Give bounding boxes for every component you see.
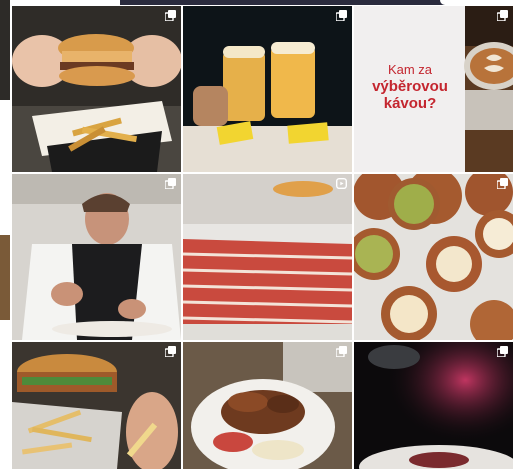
post-tile-pork-platter[interactable] [183,342,352,469]
multiple-photos-icon [165,178,176,189]
post-tile-beef-carpaccio[interactable] [183,174,352,340]
beef-carpaccio-photo [183,174,352,340]
chicken-burger-photo [12,342,181,469]
post-tile-chicken-burger[interactable] [12,342,181,469]
burger-fries-photo [12,6,181,172]
top-bar-notch [440,0,468,5]
multiple-photos-icon [165,10,176,21]
top-bar [120,0,468,5]
previous-column-photo [0,235,10,320]
post-tile-promo-coffee[interactable]: Kam za výběrovou kávou? [354,6,513,172]
promo-line-1: Kam za [387,62,433,77]
reel-icon [336,178,347,189]
multiple-photos-icon [497,10,508,21]
post-tile-chef-plating[interactable] [12,174,181,340]
multiple-photos-icon [497,178,508,189]
promo-headline: Kam za výběrovou kávou? [354,62,466,112]
cream-donuts-photo [354,174,513,340]
previous-column-photo [0,0,10,100]
post-tile-beer-glasses[interactable] [183,6,352,172]
post-tile-dark-dish[interactable] [354,342,513,469]
chef-plating-photo [12,174,181,340]
pork-platter-photo [183,342,352,469]
beer-glasses-photo [183,6,352,172]
multiple-photos-icon [165,346,176,357]
promo-line-3: kávou? [383,95,437,112]
previous-column-edge [0,0,10,469]
multiple-photos-icon [336,346,347,357]
post-tile-burger-fries[interactable] [12,6,181,172]
multiple-photos-icon [336,10,347,21]
dark-dish-photo [354,342,513,469]
multiple-photos-icon [497,346,508,357]
promo-line-2: výběrovou [372,78,448,95]
post-tile-cream-donuts[interactable] [354,174,513,340]
